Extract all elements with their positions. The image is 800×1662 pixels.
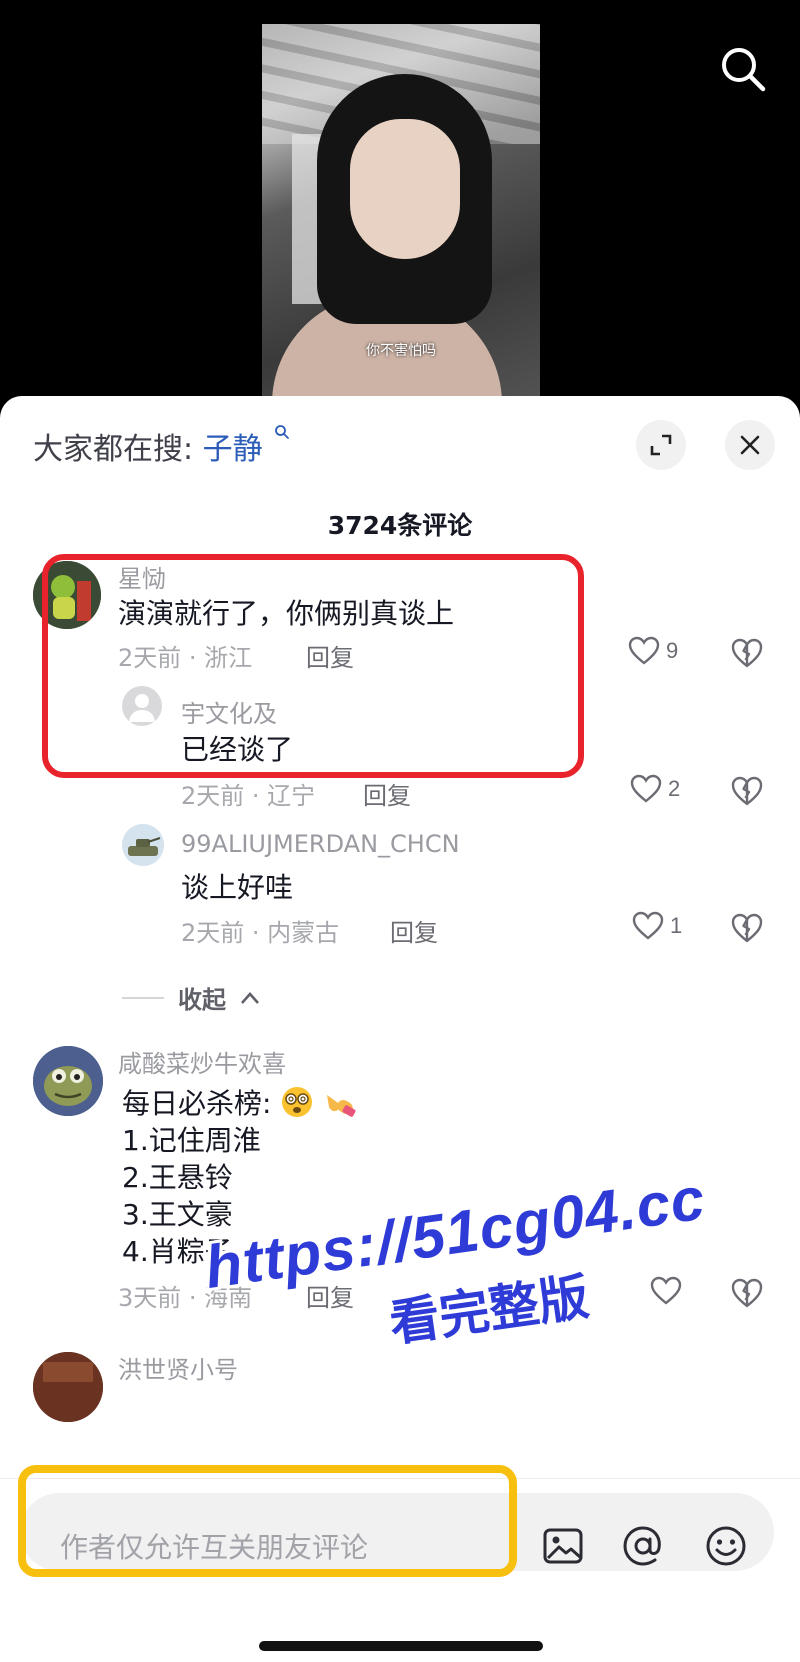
dislike-button[interactable]	[730, 637, 764, 669]
heart-icon	[632, 911, 664, 940]
avatar-image	[122, 824, 164, 866]
reply-meta: 2天前 · 辽宁	[181, 782, 316, 810]
like-button[interactable]: 2	[630, 774, 680, 804]
dislike-button[interactable]	[730, 775, 764, 807]
mention-button[interactable]	[620, 1523, 666, 1569]
close-icon	[740, 435, 760, 455]
at-icon	[623, 1526, 661, 1566]
comment-text: 每日必杀榜:	[122, 1087, 272, 1120]
dizzy-face-emoji-icon	[282, 1087, 313, 1117]
reply-meta: 2天前 · 内蒙古	[181, 919, 340, 947]
like-button[interactable]: 1	[632, 911, 682, 941]
trending-prefix: 大家都在搜:	[33, 432, 194, 467]
video-player[interactable]: 你不害怕吗	[0, 0, 800, 410]
avatar[interactable]	[122, 824, 164, 866]
comment-text-line: 2.王悬铃	[122, 1161, 233, 1194]
highlight-box-red	[42, 554, 584, 778]
reply-author[interactable]: 99ALIUJMERDAN_CHCN	[181, 830, 460, 858]
comment-text-line: 每日必杀榜:	[122, 1082, 357, 1122]
video-frame[interactable]: 你不害怕吗	[262, 24, 540, 410]
image-icon	[543, 1528, 583, 1564]
emoji-button[interactable]	[703, 1523, 749, 1569]
collapse-label: 收起	[178, 986, 226, 1014]
search-icon	[275, 425, 290, 439]
trending-search[interactable]: 大家都在搜: 子静	[33, 424, 290, 468]
like-count: 1	[670, 913, 683, 938]
avatar[interactable]	[33, 1046, 103, 1116]
divider	[122, 996, 164, 999]
broken-heart-icon	[731, 776, 763, 806]
comment-author[interactable]: 咸酸菜炒牛欢喜	[118, 1044, 286, 1079]
like-count: 9	[666, 638, 679, 663]
chevron-up-icon	[241, 991, 259, 1004]
broken-heart-icon	[731, 913, 763, 943]
search-button[interactable]	[718, 44, 768, 94]
close-button[interactable]	[725, 420, 775, 470]
expand-icon	[650, 434, 672, 456]
pointing-hand-emoji-icon	[327, 1095, 356, 1117]
video-subtitle: 你不害怕吗	[366, 343, 436, 359]
broken-heart-icon	[731, 638, 763, 668]
reply-button[interactable]: 回复	[363, 776, 411, 811]
home-indicator	[259, 1641, 543, 1651]
trending-keyword[interactable]: 子静	[203, 432, 263, 467]
heart-icon	[630, 774, 662, 803]
reply-text: 谈上好哇	[181, 871, 294, 904]
dislike-button[interactable]	[730, 912, 764, 944]
reply-button[interactable]: 回复	[390, 913, 438, 948]
heart-icon	[628, 636, 660, 665]
video-person-face	[350, 119, 460, 259]
expand-button[interactable]	[636, 420, 686, 470]
like-button[interactable]: 9	[628, 636, 678, 666]
image-button[interactable]	[540, 1523, 586, 1569]
avatar-image	[33, 1352, 103, 1422]
comment-text-line: 1.记住周淮	[122, 1124, 261, 1157]
collapse-replies-button[interactable]: 收起	[122, 980, 260, 1015]
like-count: 2	[668, 776, 681, 801]
avatar-image	[33, 1046, 103, 1116]
emoji-icon	[706, 1526, 746, 1566]
comment-count: 3724条评论	[327, 511, 473, 540]
avatar[interactable]	[33, 1352, 103, 1422]
search-icon	[722, 48, 766, 92]
highlight-box-yellow	[18, 1465, 517, 1577]
